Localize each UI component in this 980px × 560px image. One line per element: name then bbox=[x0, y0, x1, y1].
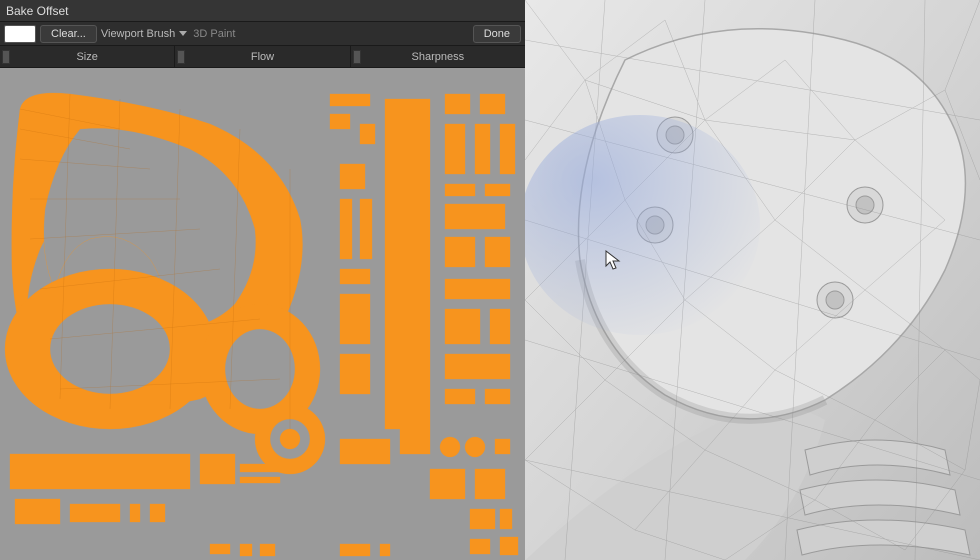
slider-handle[interactable] bbox=[2, 50, 10, 64]
paint-mode-label: 3D Paint bbox=[193, 28, 235, 40]
sharpness-slider[interactable]: Sharpness bbox=[351, 46, 525, 67]
brush-label: Viewport Brush bbox=[101, 28, 175, 40]
flow-label: Flow bbox=[175, 51, 349, 63]
slider-handle[interactable] bbox=[353, 50, 361, 64]
done-button[interactable]: Done bbox=[473, 25, 521, 43]
3d-viewport[interactable] bbox=[525, 0, 980, 560]
viewport-mesh-svg bbox=[525, 0, 980, 560]
brush-dropdown[interactable]: Viewport Brush bbox=[101, 28, 187, 40]
uv-layout-svg bbox=[0, 68, 525, 560]
flow-slider[interactable]: Flow bbox=[175, 46, 350, 67]
clear-button[interactable]: Clear... bbox=[40, 25, 97, 43]
size-slider[interactable]: Size bbox=[0, 46, 175, 67]
size-label: Size bbox=[0, 51, 174, 63]
sliders-row: Size Flow Sharpness bbox=[0, 46, 525, 68]
toolbar: Clear... Viewport Brush 3D Paint Done bbox=[0, 22, 525, 46]
window-title: Bake Offset bbox=[6, 4, 68, 18]
sharpness-label: Sharpness bbox=[351, 51, 525, 63]
uv-unwrap-canvas[interactable] bbox=[0, 68, 525, 560]
chevron-down-icon bbox=[179, 31, 187, 36]
color-swatch[interactable] bbox=[4, 25, 36, 43]
left-panel: Bake Offset Clear... Viewport Brush 3D P… bbox=[0, 0, 525, 560]
title-bar: Bake Offset bbox=[0, 0, 525, 22]
slider-handle[interactable] bbox=[177, 50, 185, 64]
